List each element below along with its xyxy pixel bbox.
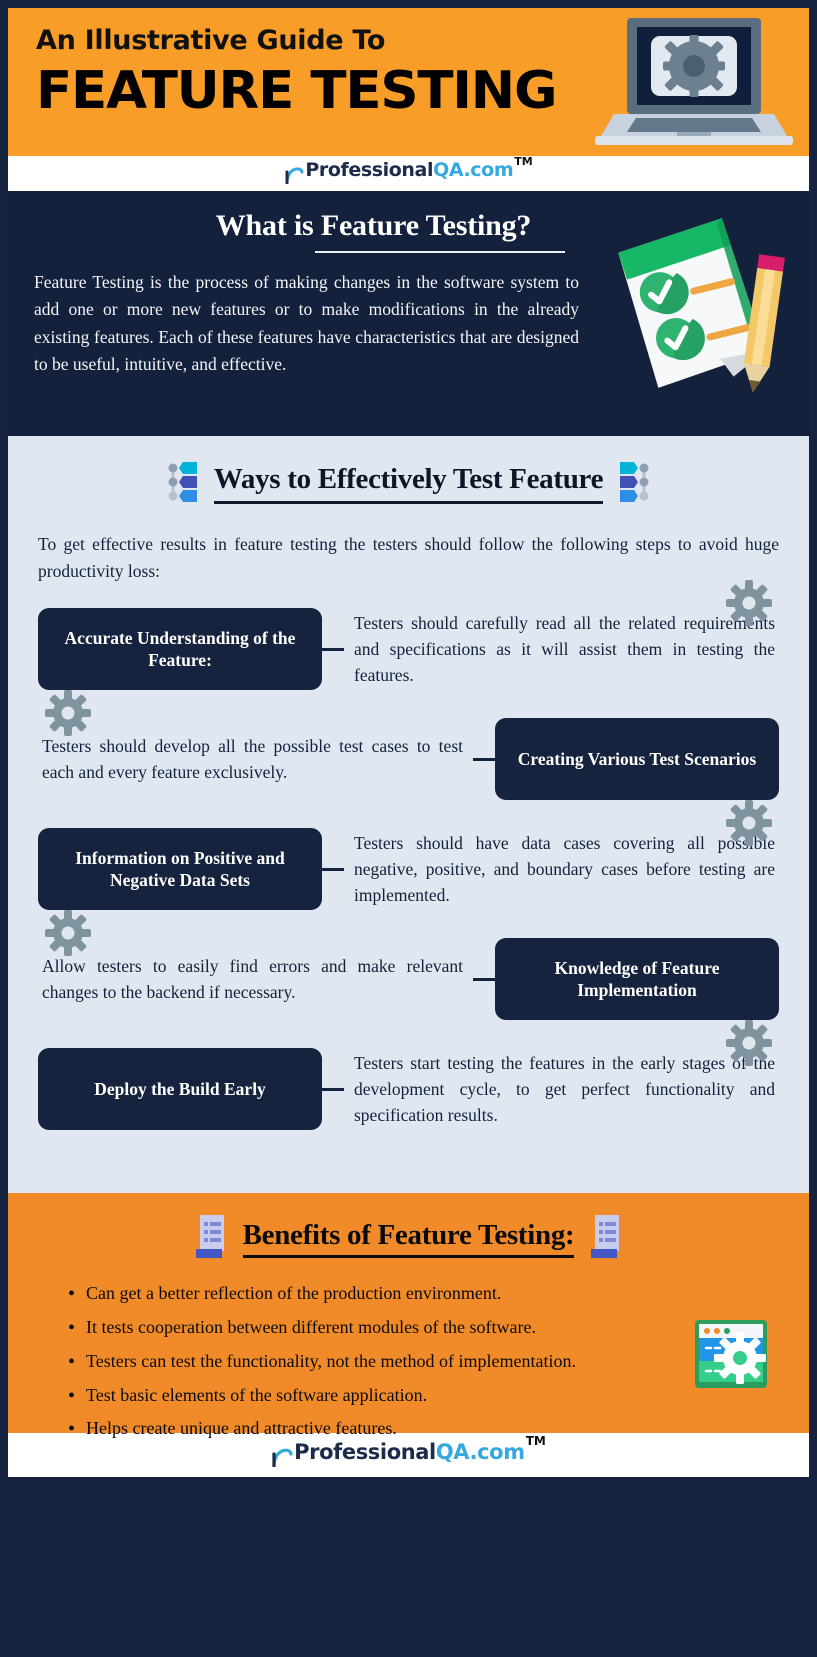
step-card: Deploy the Build Early: [38, 1048, 322, 1131]
benefit-item: Testers can test the functionality, not …: [68, 1351, 783, 1373]
brand-logo-band-bottom: Professional QA.com TM: [8, 1433, 809, 1478]
gear-icon: [725, 1019, 773, 1072]
steps-list: Accurate Understanding of the Feature: T…: [38, 580, 779, 1135]
step-description: Testers should have data cases covering …: [354, 832, 775, 906]
brand-name-dark: Professional: [305, 159, 434, 181]
step-label: Accurate Understanding of the Feature:: [64, 627, 296, 671]
header-banner: An Illustrative Guide To FEATURE TESTING: [8, 8, 809, 156]
step-connector: [473, 978, 495, 981]
gear-icon: [725, 799, 773, 852]
header-text-block: An Illustrative Guide To FEATURE TESTING: [36, 26, 596, 118]
footer-brand-name-blue: QA.com: [435, 1439, 525, 1464]
footer-brand-name-dark: Professional: [294, 1439, 436, 1464]
gear-icon: [44, 689, 92, 742]
browser-gear-icon: [693, 1318, 769, 1395]
ways-header: Ways to Effectively Test Feature: [38, 458, 779, 509]
benefits-header: Benefits of Feature Testing:: [34, 1213, 783, 1264]
step-connector: [322, 868, 344, 871]
benefit-item: Helps create unique and attractive featu…: [68, 1418, 783, 1440]
step-connector: [322, 1088, 344, 1091]
benefits-list: Can get a better reflection of the produ…: [34, 1283, 783, 1440]
brand-logo: Professional QA.com TM: [284, 156, 533, 187]
benefits-title-box: Benefits of Feature Testing:: [242, 1219, 575, 1259]
step-row: Knowledge of Feature Implementation Allo…: [38, 910, 779, 1025]
benefits-section: Benefits of Feature Testing: • Can get a…: [8, 1193, 809, 1440]
header-kicker: An Illustrative Guide To: [36, 25, 386, 56]
document-list-icon-right: [588, 1213, 624, 1264]
footer-brand-trademark: TM: [525, 1433, 546, 1448]
gear-icon: [725, 579, 773, 632]
step-connector: [473, 758, 495, 761]
step-card: Creating Various Test Scenarios: [495, 718, 779, 801]
document-list-icon-left: [193, 1213, 229, 1264]
step-description: Testers should develop all the possible …: [42, 736, 463, 783]
step-connector: [322, 648, 344, 651]
ways-title-underline: [213, 501, 604, 504]
brand-arc-icon: [271, 1443, 293, 1470]
step-card: Information on Positive and Negative Dat…: [38, 828, 322, 911]
benefit-item: It tests cooperation between different m…: [68, 1317, 783, 1339]
step-row: Deploy the Build Early Testers start tes…: [38, 1020, 779, 1135]
ways-title: Ways to Effectively Test Feature: [213, 463, 604, 496]
step-row: Accurate Understanding of the Feature: T…: [38, 580, 779, 695]
step-label: Creating Various Test Scenarios: [517, 748, 757, 769]
step-row: Information on Positive and Negative Dat…: [38, 800, 779, 915]
step-card: Knowledge of Feature Implementation: [495, 938, 779, 1021]
what-is-title-underline: [315, 251, 565, 253]
step-row: Creating Various Test Scenarios Testers …: [38, 690, 779, 805]
gear-icon: [44, 909, 92, 962]
step-label: Information on Positive and Negative Dat…: [75, 847, 285, 891]
brand-name-blue: QA.com: [433, 159, 514, 181]
brand-arc-icon: [284, 162, 304, 187]
what-is-body-text: Feature Testing is the process of making…: [34, 272, 579, 375]
benefits-title-underline: [242, 1255, 575, 1259]
brand-logo-band-top: Professional QA.com TM: [8, 156, 809, 191]
benefits-title: Benefits of Feature Testing:: [242, 1219, 575, 1252]
benefit-item: Test basic elements of the software appl…: [68, 1385, 783, 1407]
step-description: Testers start testing the features in th…: [354, 1052, 775, 1126]
step-label: Knowledge of Feature Implementation: [554, 957, 720, 1001]
ways-intro-text: To get effective results in feature test…: [38, 534, 779, 582]
list-bars-icon-left: [166, 458, 198, 509]
page-title: FEATURE TESTING: [36, 60, 558, 121]
step-label: Deploy the Build Early: [94, 1078, 266, 1099]
what-is-feature-testing-section: What is Feature Testing? Feature Testing…: [8, 191, 809, 436]
laptop-gear-icon: [589, 16, 799, 153]
benefit-item: Can get a better reflection of the produ…: [68, 1283, 783, 1305]
step-description: Testers should carefully read all the re…: [354, 612, 775, 686]
brand-trademark: TM: [514, 155, 533, 168]
step-description: Allow testers to easily find errors and …: [42, 956, 463, 1003]
step-card: Accurate Understanding of the Feature:: [38, 608, 322, 691]
infographic-poster: An Illustrative Guide To FEATURE TESTING: [0, 0, 817, 1657]
list-bars-icon-right: [619, 458, 651, 509]
notepad-checklist-pencil-icon: [611, 213, 791, 408]
footer-brand-logo: Professional QA.com TM: [271, 1435, 546, 1470]
ways-to-test-section: Ways to Effectively Test Feature To get …: [8, 436, 809, 1194]
ways-title-box: Ways to Effectively Test Feature: [213, 463, 604, 504]
